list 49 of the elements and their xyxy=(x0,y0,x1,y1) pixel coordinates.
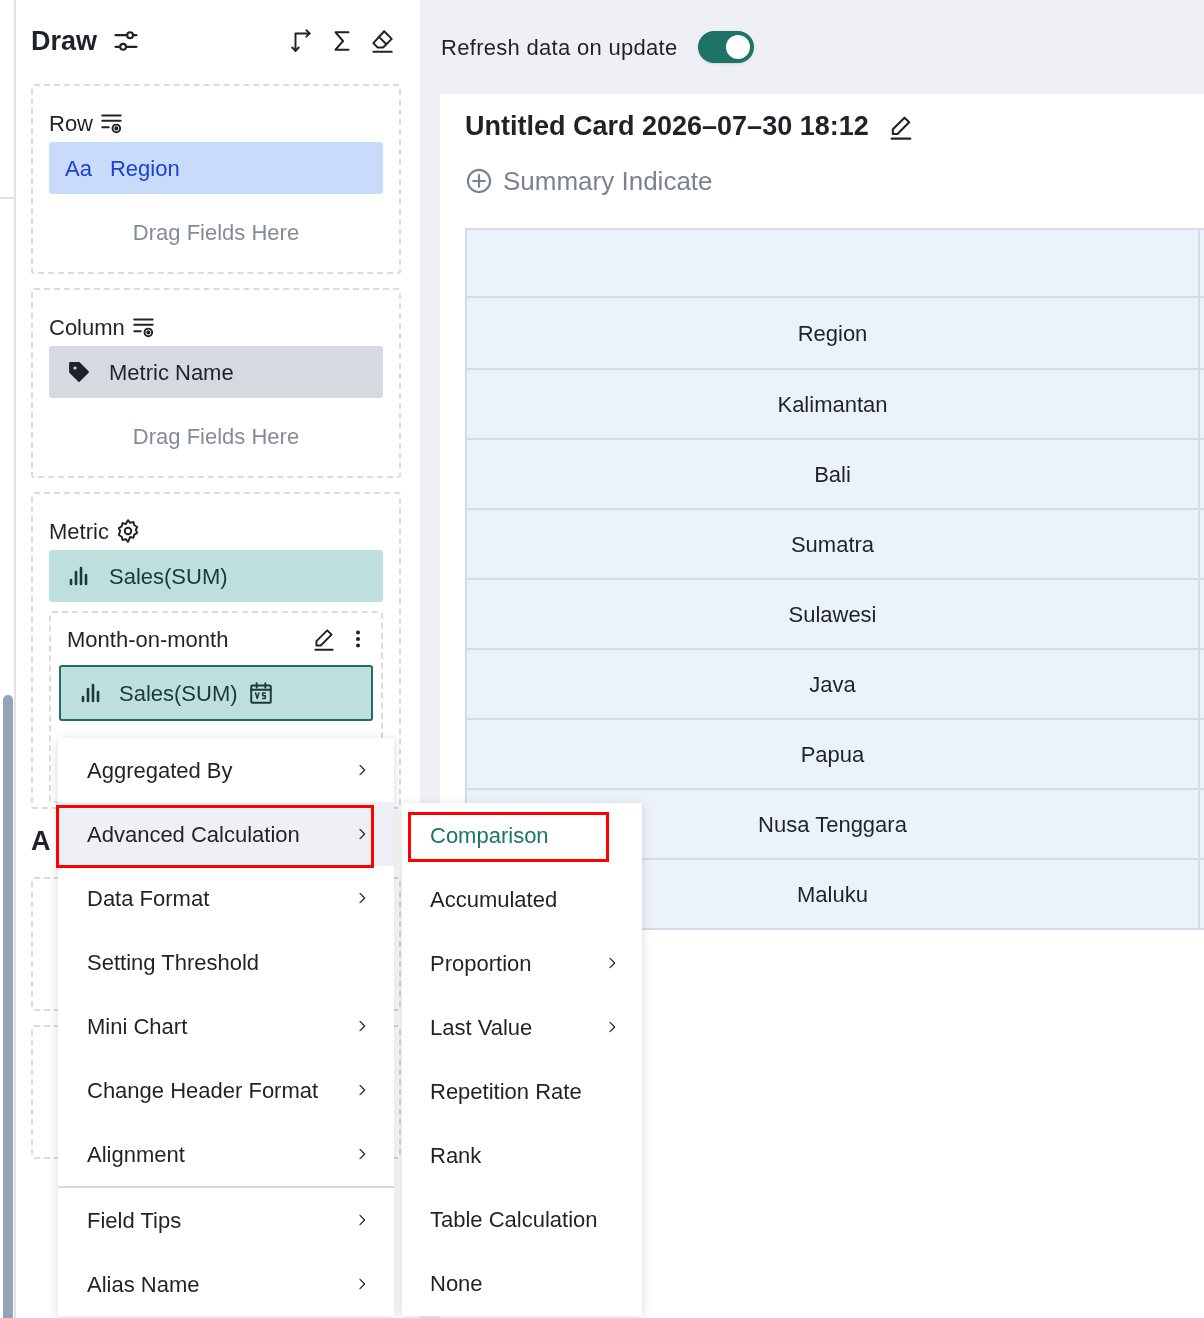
edit-icon[interactable] xyxy=(311,626,337,652)
table-cell: Kalimantan xyxy=(467,370,1200,438)
field-chip[interactable]: Metric Name xyxy=(49,346,383,398)
menu-item[interactable]: Alias Name xyxy=(58,1252,394,1316)
field-chip[interactable]: Sales(SUM) xyxy=(59,665,373,721)
menu-item[interactable]: Setting Threshold xyxy=(58,930,394,994)
section-label: Metric xyxy=(49,517,109,546)
scrollbar[interactable] xyxy=(3,695,13,1318)
table-cell: Papua xyxy=(467,720,1200,788)
drop-hint: Drag Fields Here xyxy=(132,422,300,451)
table-cell: Java xyxy=(467,650,1200,718)
summary-indicator-button[interactable]: Summary Indicate xyxy=(465,161,713,201)
eraser-icon[interactable] xyxy=(369,28,395,54)
calendar-vs-icon xyxy=(247,680,274,706)
panel-title: Draw xyxy=(31,24,98,58)
menu-item[interactable]: None xyxy=(402,1251,642,1315)
tag-icon xyxy=(67,360,91,384)
section-label: Row xyxy=(49,109,93,138)
column-header: Region xyxy=(467,298,1200,368)
menu-item[interactable]: Mini Chart xyxy=(58,994,394,1058)
menu-item[interactable]: Table Calculation xyxy=(402,1187,642,1251)
toggle-label: Refresh data on update xyxy=(441,33,678,62)
menu-item[interactable]: Change Header Format xyxy=(58,1058,394,1122)
section-heading: A xyxy=(31,826,51,856)
plus-circle-icon xyxy=(465,167,493,195)
field-chip[interactable]: Aa Region xyxy=(49,142,383,194)
table-cell: Bali xyxy=(467,440,1200,508)
menu-item[interactable]: Last Value xyxy=(402,995,642,1059)
field-name: Region xyxy=(109,154,180,183)
menu-item[interactable]: Repetition Rate xyxy=(402,1059,642,1123)
refresh-toggle[interactable] xyxy=(697,31,754,63)
table-cell: Sulawesi xyxy=(467,580,1200,648)
field-name: Sales(SUM) xyxy=(109,562,228,591)
menu-item[interactable]: Aggregated By xyxy=(58,738,394,802)
calculation-title: Month-on-month xyxy=(67,625,229,654)
menu-item[interactable]: Proportion xyxy=(402,931,642,995)
menu-item[interactable]: Data Format xyxy=(58,866,394,930)
field-name: Sales(SUM) xyxy=(119,679,238,708)
menu-item[interactable]: Advanced Calculation xyxy=(58,802,394,866)
menu-item[interactable]: Field Tips xyxy=(58,1186,394,1252)
section-label: Column xyxy=(49,313,125,342)
drop-hint: Drag Fields Here xyxy=(132,218,300,247)
field-name: Metric Name xyxy=(109,358,234,387)
table-cell: Sumatra xyxy=(467,510,1200,578)
menu-item[interactable]: Rank xyxy=(402,1123,642,1187)
card-title: Untitled Card 2026–07–30 18:12 xyxy=(465,110,869,144)
menu-item[interactable]: Alignment xyxy=(58,1122,394,1186)
field-chip[interactable]: Sales(SUM) xyxy=(49,550,383,602)
text-type-icon: Aa xyxy=(65,151,92,185)
